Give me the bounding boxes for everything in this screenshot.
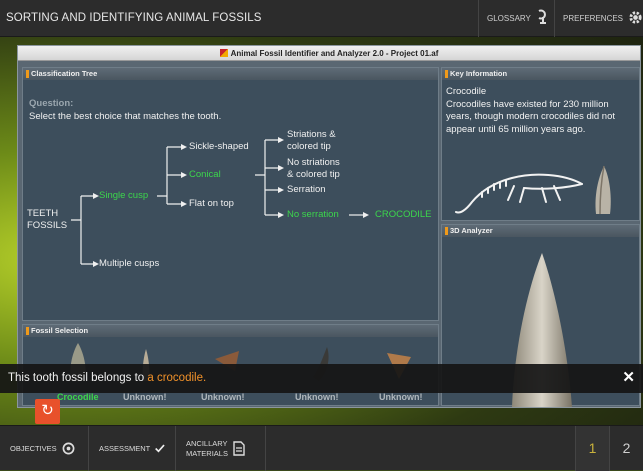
tree-root-line1: TEETH <box>27 208 59 219</box>
page-title: SORTING AND IDENTIFYING ANIMAL FOSSILS <box>6 12 262 24</box>
assessment-button[interactable]: ASSESSMENT <box>89 426 176 471</box>
fossil-label-2: Unknown! <box>123 392 167 402</box>
feedback-banner: This tooth fossil belongs to a crocodile… <box>0 364 643 393</box>
reset-button[interactable]: ↻ <box>35 399 60 424</box>
target-icon <box>62 442 75 455</box>
page-2-button[interactable]: 2 <box>609 426 643 471</box>
fossil-label-1: Crocodile <box>57 392 99 402</box>
ancillary-label-line2: MATERIALS <box>186 448 228 458</box>
tree-node-serration[interactable]: Serration <box>287 184 326 196</box>
crocodile-skeleton-icon <box>455 173 583 214</box>
objectives-label: OBJECTIVES <box>10 444 57 453</box>
glossary-icon <box>536 9 550 28</box>
3d-analyzer-heading: 3D Analyzer <box>442 225 639 237</box>
document-icon <box>233 441 245 456</box>
fossil-label-5: Unknown! <box>379 392 423 402</box>
fossil-label-4: Unknown! <box>295 392 339 402</box>
striations-line1: Striations & <box>287 129 336 140</box>
key-information-panel: Key Information Crocodile Crocodiles hav… <box>441 67 640 221</box>
reset-icon: ↻ <box>41 402 54 419</box>
animal-name: Crocodile <box>446 86 487 97</box>
feedback-text: This tooth fossil belongs to a crocodile… <box>8 372 206 384</box>
tree-node-teeth-fossils: TEETH FOSSILS <box>27 208 67 231</box>
no-striations-line2: & colored tip <box>287 168 340 180</box>
ancillary-materials-button[interactable]: ANCILLARY MATERIALS <box>176 426 266 471</box>
tree-node-conical[interactable]: Conical <box>189 169 221 181</box>
app-logo-icon <box>219 49 228 57</box>
striations-line2: colored tip <box>287 140 331 152</box>
key-information-heading: Key Information <box>442 68 639 80</box>
key-information-text: Crocodile Crocodiles have existed for 23… <box>446 86 636 136</box>
tree-node-flat-on-top[interactable]: Flat on top <box>189 198 234 210</box>
glossary-button[interactable]: GLOSSARY <box>478 0 554 37</box>
window-title-bar: Animal Fossil Identifier and Analyzer 2.… <box>18 46 640 61</box>
tree-node-no-striations[interactable]: No striations & colored tip <box>287 157 340 180</box>
window-title: Animal Fossil Identifier and Analyzer 2.… <box>230 49 439 58</box>
bottom-bar: OBJECTIVES ASSESSMENT ANCILLARY MATERIAL… <box>0 425 643 471</box>
assessment-label: ASSESSMENT <box>99 444 151 453</box>
tree-node-striations[interactable]: Striations & colored tip <box>287 129 336 152</box>
top-bar: SORTING AND IDENTIFYING ANIMAL FOSSILS G… <box>0 0 643 37</box>
preferences-label: PREFERENCES <box>563 14 624 23</box>
tree-connectors <box>71 137 369 267</box>
no-striations-line1: No striations <box>287 157 340 168</box>
fossil-label-3: Unknown! <box>201 392 245 402</box>
objectives-button[interactable]: OBJECTIVES <box>0 426 89 471</box>
gear-icon <box>628 10 643 27</box>
checkmark-icon <box>155 444 165 453</box>
glossary-label: GLOSSARY <box>487 14 531 23</box>
app-window: Animal Fossil Identifier and Analyzer 2.… <box>17 45 641 408</box>
tree-node-sickle-shaped[interactable]: Sickle-shaped <box>189 141 249 153</box>
animal-description: Crocodiles have existed for 230 million … <box>446 98 615 135</box>
tree-root-line2: FOSSILS <box>27 219 68 231</box>
tree-result-crocodile: CROCODILE <box>375 209 432 220</box>
tree-node-multiple-cusps[interactable]: Multiple cusps <box>99 258 159 270</box>
ancillary-label-line1: ANCILLARY <box>186 438 228 448</box>
fossil-selection-heading: Fossil Selection <box>23 325 438 337</box>
tree-node-no-serration[interactable]: No serration <box>287 209 339 221</box>
ancillary-label: ANCILLARY MATERIALS <box>186 439 228 459</box>
tooth-thumbnail-icon <box>595 165 611 215</box>
preferences-button[interactable]: PREFERENCES <box>554 0 643 37</box>
classification-tree-panel: Classification Tree Question: Select the… <box>22 67 439 321</box>
page-1-button[interactable]: 1 <box>575 426 609 471</box>
feedback-prefix: This tooth fossil belongs to <box>8 372 148 384</box>
tree-node-single-cusp[interactable]: Single cusp <box>99 190 148 202</box>
close-icon[interactable]: ✕ <box>622 368 635 386</box>
feedback-highlight: a crocodile. <box>147 372 207 384</box>
